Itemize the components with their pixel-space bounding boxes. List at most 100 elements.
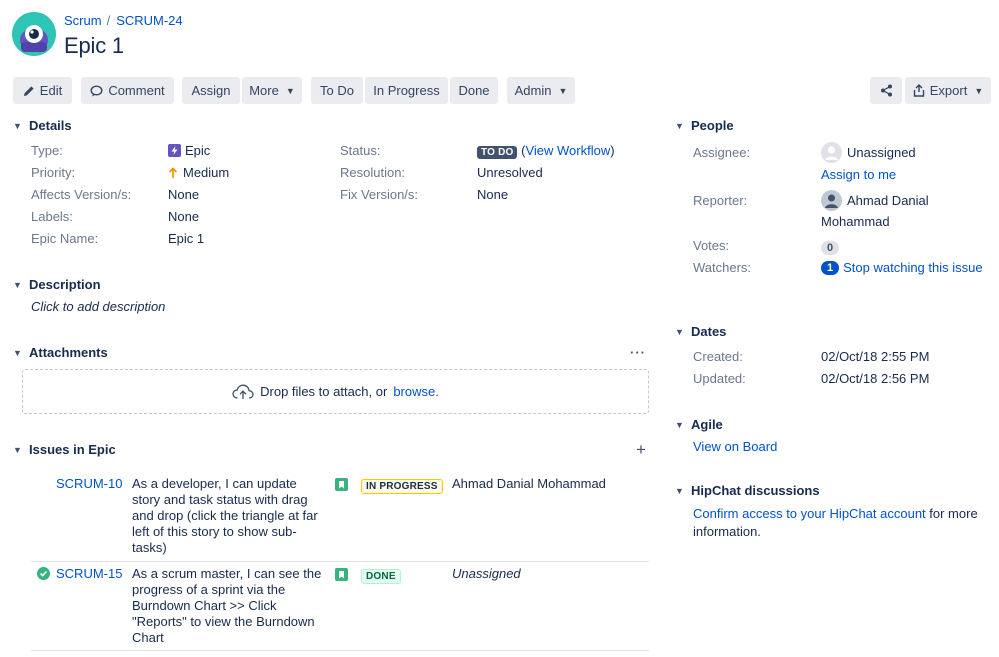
issue-status-badge: IN PROGRESS — [361, 477, 443, 494]
hipchat-line2: information. — [693, 524, 761, 539]
issue-summary-line: Chart — [132, 630, 164, 645]
status-label: Status: — [340, 143, 381, 158]
arrow-up-icon — [168, 166, 178, 178]
watchers-count-badge[interactable]: 1 — [821, 260, 840, 275]
resolved-check-icon — [37, 567, 50, 583]
people-heading: People — [691, 118, 734, 133]
description-section-toggle[interactable]: ▼ Description — [13, 277, 101, 292]
votes-count-badge: 0 — [821, 241, 840, 255]
description-field[interactable]: Click to add description — [31, 299, 165, 314]
labels-value[interactable]: None — [168, 209, 199, 224]
reporter-value[interactable]: Ahmad Danial — [821, 190, 929, 211]
chevron-down-icon: ▼ — [13, 444, 22, 455]
fix-version-label: Fix Version/s: — [340, 187, 419, 202]
votes-count[interactable]: 0 — [821, 239, 840, 255]
chevron-down-icon: ▼ — [675, 485, 684, 496]
more-options-icon[interactable]: ··· — [630, 345, 646, 360]
type-label: Type: — [31, 143, 63, 158]
reporter-label: Reporter: — [693, 193, 748, 208]
assign-button[interactable]: Assign — [182, 77, 240, 104]
people-section-toggle[interactable]: ▼ People — [675, 118, 734, 133]
browse-link[interactable]: browse. — [393, 384, 439, 399]
type-value: Epic — [168, 143, 210, 158]
breadcrumb-project[interactable]: Scrum — [64, 13, 102, 28]
edit-button[interactable]: Edit — [13, 77, 72, 104]
breadcrumb-issue-key[interactable]: SCRUM-24 — [116, 13, 182, 28]
details-section-toggle[interactable]: ▼ Details — [13, 118, 72, 133]
hipchat-confirm-link[interactable]: Confirm access to your HipChat account — [693, 506, 926, 521]
resolution-label: Resolution: — [340, 165, 406, 180]
type-value-text: Epic — [185, 143, 211, 158]
assign-to-me-link[interactable]: Assign to me — [821, 167, 896, 182]
issue-title[interactable]: Epic 1 — [64, 33, 124, 59]
view-on-board-link[interactable]: View on Board — [693, 439, 777, 454]
details-heading: Details — [29, 118, 72, 133]
epic-icon — [168, 144, 181, 157]
affects-version-value: None — [168, 187, 200, 202]
assignee-value-text: Unassigned — [847, 145, 916, 160]
hipchat-suffix: for more — [925, 506, 978, 521]
chevron-down-icon: ▼ — [13, 279, 22, 290]
hipchat-heading: HipChat discussions — [691, 483, 820, 498]
issue-summary-line: "Reports" to view the Burndown — [132, 614, 315, 629]
chevron-down-icon: ▼ — [675, 326, 684, 337]
export-button-label: Export — [929, 83, 968, 98]
issue-summary-line: As a scrum master, I can see the — [132, 566, 322, 581]
hipchat-message: Confirm access to your HipChat account f… — [693, 505, 993, 541]
share-icon — [880, 84, 892, 97]
updated-value: 02/Oct/18 2:56 PM — [821, 371, 930, 386]
edit-button-label: Edit — [39, 83, 63, 98]
issues-in-epic-section-toggle[interactable]: ▼ Issues in Epic — [13, 442, 116, 457]
admin-button[interactable]: Admin ▼ — [507, 77, 575, 104]
export-icon — [913, 84, 924, 97]
dates-heading: Dates — [691, 324, 727, 339]
issue-status-lozenge: DONE — [361, 569, 401, 584]
chevron-down-icon: ▼ — [13, 120, 22, 131]
votes-label: Votes: — [693, 238, 730, 253]
epic-name-value[interactable]: Epic 1 — [168, 231, 204, 246]
more-button[interactable]: More ▼ — [242, 77, 302, 104]
issue-summary-line: story and task status with drag — [132, 492, 308, 507]
issue-key-link[interactable]: SCRUM-15 — [56, 566, 122, 581]
share-button[interactable] — [870, 77, 902, 104]
export-button[interactable]: Export ▼ — [905, 77, 991, 104]
story-icon — [335, 478, 348, 494]
assignee-value[interactable]: Unassigned — [821, 142, 916, 163]
epic-name-label: Epic Name: — [31, 231, 99, 246]
default-user-avatar-icon — [821, 142, 842, 163]
attachments-section-toggle[interactable]: ▼ Attachments — [13, 345, 108, 360]
add-issue-plus-icon[interactable]: + — [636, 440, 646, 460]
done-button[interactable]: Done — [450, 77, 498, 104]
created-label: Created: — [693, 349, 743, 364]
project-avatar[interactable] — [12, 12, 56, 56]
attachment-dropzone[interactable]: Drop files to attach, or browse. — [22, 369, 649, 414]
row-divider — [31, 561, 649, 562]
comment-icon — [90, 84, 103, 96]
issue-assignee: Ahmad Danial Mohammad — [452, 476, 606, 491]
resolution-value: Unresolved — [477, 165, 543, 180]
issue-key-link[interactable]: SCRUM-10 — [56, 476, 122, 491]
chevron-down-icon: ▼ — [558, 85, 568, 96]
story-icon — [335, 568, 348, 584]
cloud-upload-icon — [232, 384, 254, 399]
issue-status-lozenge: IN PROGRESS — [361, 479, 443, 494]
dates-section-toggle[interactable]: ▼ Dates — [675, 324, 726, 339]
labels-label: Labels: — [31, 209, 73, 224]
to-do-button[interactable]: To Do — [311, 77, 363, 104]
comment-button[interactable]: Comment — [81, 77, 174, 104]
stop-watching-link[interactable]: Stop watching this issue — [843, 260, 982, 275]
breadcrumb: Scrum / SCRUM-24 — [64, 13, 183, 28]
priority-value-text: Medium — [183, 165, 230, 180]
more-button-label: More — [249, 83, 279, 98]
issue-summary-line: As a developer, I can update — [132, 476, 297, 491]
in-progress-button[interactable]: In Progress — [365, 77, 448, 104]
done-button-label: Done — [458, 83, 490, 98]
hipchat-section-toggle[interactable]: ▼ HipChat discussions — [675, 483, 820, 498]
in-progress-button-label: In Progress — [373, 83, 440, 98]
view-workflow-link[interactable]: View Workflow — [525, 143, 610, 158]
workflow-paren-close: ) — [610, 143, 615, 158]
monster-avatar-icon — [12, 12, 56, 56]
issue-status-badge: DONE — [361, 567, 401, 584]
agile-section-toggle[interactable]: ▼ Agile — [675, 417, 723, 432]
chevron-down-icon: ▼ — [13, 347, 22, 358]
